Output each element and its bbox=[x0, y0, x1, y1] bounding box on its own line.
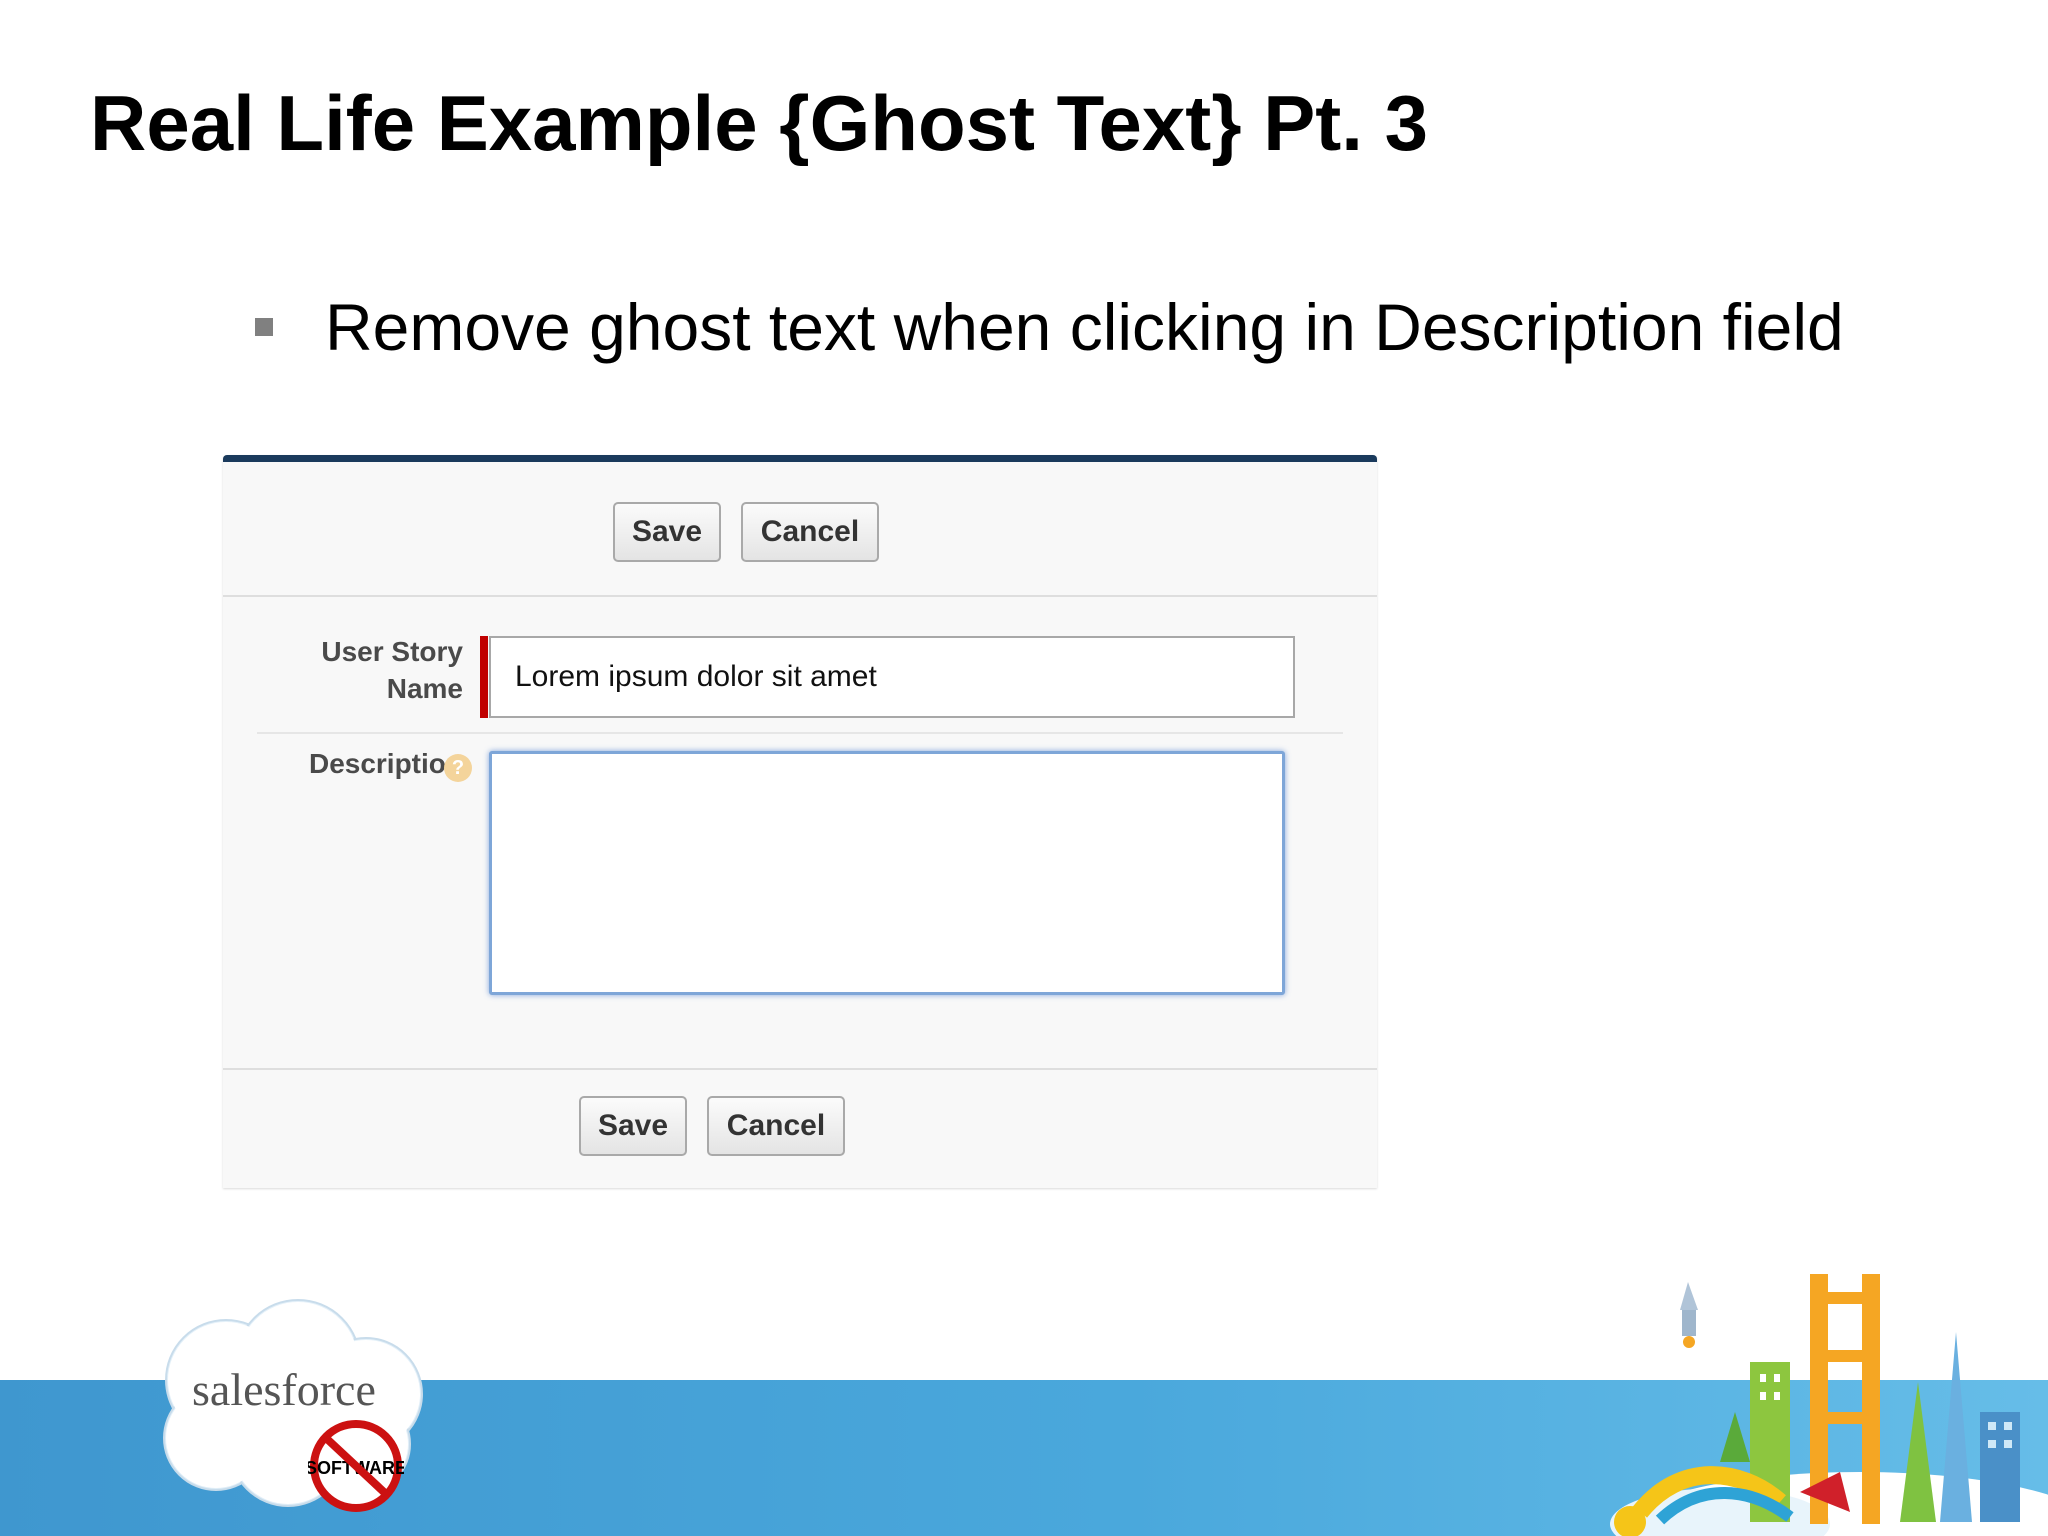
top-cancel-button[interactable]: Cancel bbox=[741, 502, 879, 562]
bullet-item: Remove ghost text when clicking in Descr… bbox=[255, 285, 1844, 369]
description-label: Description bbox=[308, 748, 463, 779]
cityscape-illustration bbox=[1610, 1274, 2048, 1536]
bullet-square-icon bbox=[255, 318, 273, 336]
bottom-save-button[interactable]: Save bbox=[579, 1096, 687, 1156]
slide-title: Real Life Example {Ghost Text} Pt. 3 bbox=[90, 79, 1428, 167]
no-software-icon: SOFTWARE bbox=[308, 1420, 404, 1512]
user-story-name-label: User Story Name bbox=[253, 633, 463, 707]
bottom-cancel-button[interactable]: Cancel bbox=[707, 1096, 845, 1156]
help-icon[interactable]: ? bbox=[444, 754, 472, 782]
rocket-icon bbox=[1680, 1282, 1698, 1348]
user-story-name-label-line2: Name bbox=[386, 673, 463, 704]
user-story-name-label-line1: User Story bbox=[321, 636, 463, 667]
header-divider bbox=[223, 595, 1377, 597]
user-story-name-input[interactable] bbox=[489, 636, 1295, 718]
footer-divider bbox=[223, 1068, 1377, 1070]
edit-form-panel: Save Cancel User Story Name Description … bbox=[223, 455, 1377, 1188]
required-indicator bbox=[480, 636, 488, 718]
description-textarea[interactable] bbox=[489, 751, 1285, 995]
field-divider bbox=[257, 732, 1343, 734]
salesforce-logo-text: salesforce bbox=[192, 1364, 376, 1415]
top-save-button[interactable]: Save bbox=[613, 502, 721, 562]
bullet-text: Remove ghost text when clicking in Descr… bbox=[325, 290, 1844, 364]
